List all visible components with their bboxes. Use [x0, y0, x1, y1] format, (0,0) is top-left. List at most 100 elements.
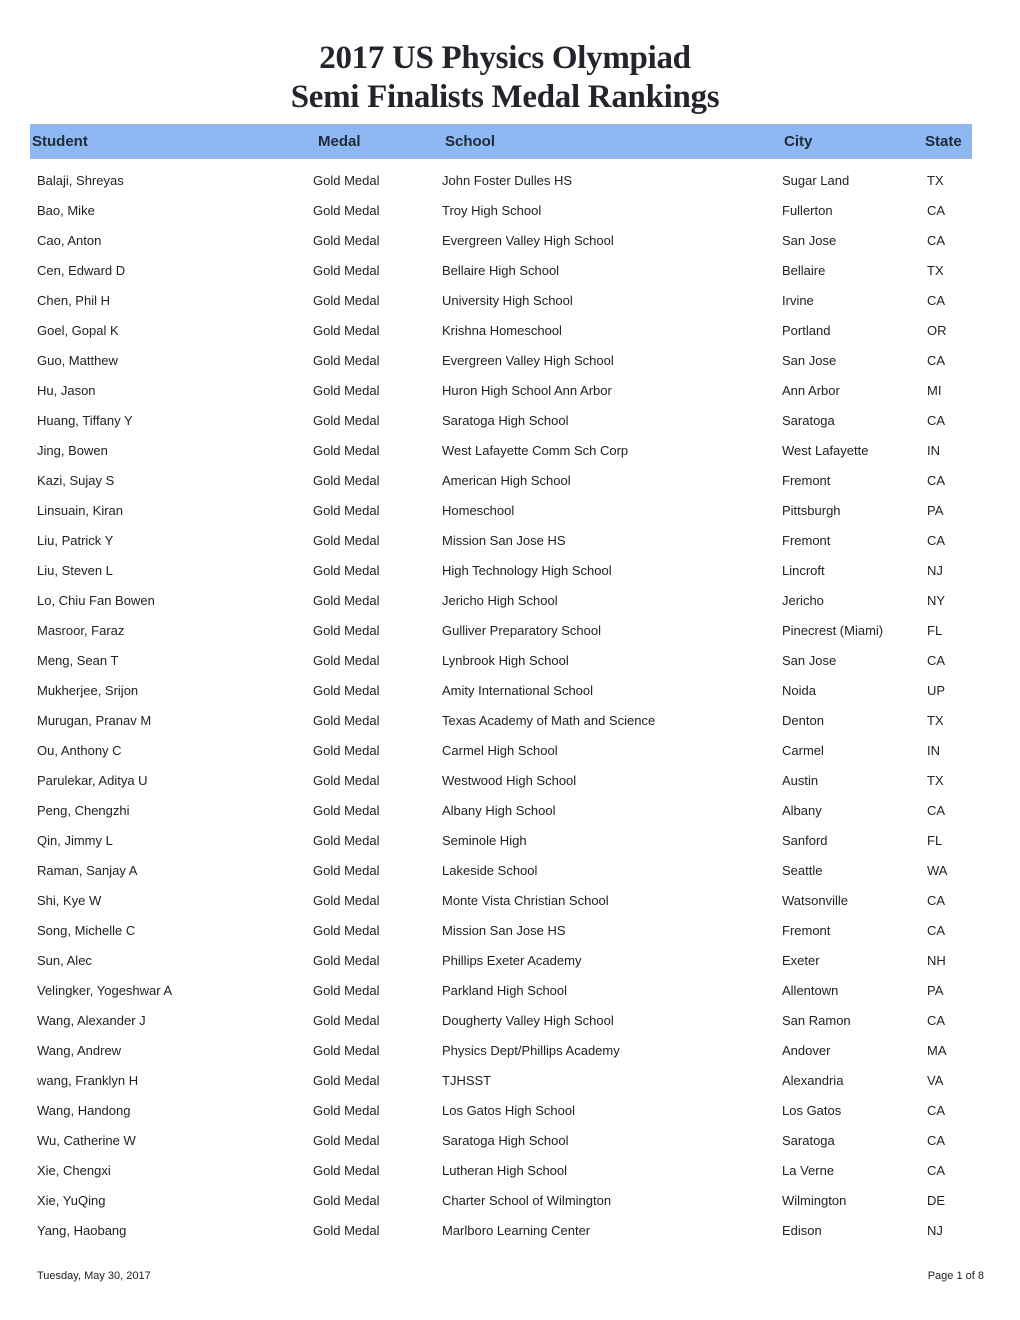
cell-medal: Gold Medal	[313, 683, 380, 698]
cell-state: MA	[927, 1043, 947, 1058]
cell-medal: Gold Medal	[313, 1013, 380, 1028]
table-row: Jing, Bowen Gold Medal West Lafayette Comm…	[0, 440, 1020, 470]
page-title-line-1: 2017 US Physics Olympiad	[319, 40, 691, 76]
table-row: Guo, Matthew Gold Medal Evergreen Valley H…	[0, 350, 1020, 380]
cell-city: Alexandria	[782, 1073, 844, 1088]
cell-student: Kazi, Sujay S	[37, 473, 115, 488]
cell-school: John Foster Dulles HS	[442, 173, 573, 188]
cell-medal: Gold Medal	[313, 953, 380, 968]
cell-city: Lincroft	[782, 563, 825, 578]
cell-medal: Gold Medal	[313, 503, 380, 518]
table-body: Balaji, Shreyas Gold Medal John Foster Dul…	[0, 170, 1020, 1250]
footer-date: Tuesday, May 30, 2017	[37, 1270, 151, 1282]
table-row: Shi, Kye W Gold Medal Monte Vista Christia…	[0, 890, 1020, 920]
cell-state: CA	[927, 473, 946, 488]
cell-medal: Gold Medal	[313, 383, 380, 398]
table-row: Cen, Edward D Gold Medal Bellaire High Sch…	[0, 260, 1020, 290]
cell-medal: Gold Medal	[313, 743, 380, 758]
table-row: Kazi, Sujay S Gold Medal American High Sch…	[0, 470, 1020, 500]
cell-student: Liu, Patrick Y	[37, 533, 114, 548]
cell-school: Los Gatos High School	[442, 1103, 575, 1118]
cell-city: Bellaire	[782, 263, 826, 278]
cell-medal: Gold Medal	[313, 233, 380, 248]
cell-school: Carmel High School	[442, 743, 558, 758]
cell-state: TX	[927, 713, 944, 728]
cell-school: Parkland High School	[442, 983, 568, 998]
cell-school: University High School	[442, 293, 573, 308]
cell-state: CA	[927, 413, 946, 428]
cell-city: Fremont	[782, 533, 831, 548]
cell-state: IN	[927, 443, 940, 458]
cell-state: CA	[927, 1133, 946, 1148]
cell-student: Huang, Tiffany Y	[37, 413, 133, 428]
cell-city: Albany	[782, 803, 822, 818]
table-row: Cao, Anton Gold Medal Evergreen Valley Hig…	[0, 230, 1020, 260]
cell-state: OR	[927, 323, 947, 338]
table-row: Chen, Phil H Gold Medal University High Sc…	[0, 290, 1020, 320]
cell-school: Mission San Jose HS	[442, 533, 566, 548]
cell-state: TX	[927, 263, 944, 278]
cell-school: Monte Vista Christian School	[442, 893, 609, 908]
table-row: Linsuain, Kiran Gold Medal Homeschool Pitts…	[0, 500, 1020, 530]
cell-medal: Gold Medal	[313, 563, 380, 578]
table-row: Lo, Chiu Fan Bowen Gold Medal Jericho High…	[0, 590, 1020, 620]
cell-state: CA	[927, 1013, 946, 1028]
cell-medal: Gold Medal	[313, 353, 380, 368]
cell-city: Irvine	[782, 293, 814, 308]
cell-school: TJHSST	[442, 1073, 492, 1088]
cell-student: Guo, Matthew	[37, 353, 118, 368]
table-row: Murugan, Pranav M Gold Medal Texas Academy…	[0, 710, 1020, 740]
cell-state: CA	[927, 1163, 946, 1178]
cell-medal: Gold Medal	[313, 623, 380, 638]
table-row: wang, Franklyn H Gold Medal TJHSST Alexandr…	[0, 1070, 1020, 1100]
cell-state: CA	[927, 353, 946, 368]
cell-state: DE	[927, 1193, 946, 1208]
cell-city: Andover	[782, 1043, 831, 1058]
cell-state: UP	[927, 683, 946, 698]
cell-city: Sanford	[782, 833, 828, 848]
cell-student: Velingker, Yogeshwar A	[37, 983, 173, 998]
cell-student: Cao, Anton	[37, 233, 102, 248]
cell-city: Pittsburgh	[782, 503, 841, 518]
cell-state: NH	[927, 953, 946, 968]
cell-medal: Gold Medal	[313, 773, 380, 788]
cell-city: Seattle	[782, 863, 823, 878]
cell-medal: Gold Medal	[313, 1133, 380, 1148]
cell-city: La Verne	[782, 1163, 835, 1178]
table-row: Huang, Tiffany Y Gold Medal Saratoga High …	[0, 410, 1020, 440]
cell-school: Dougherty Valley High School	[442, 1013, 614, 1028]
table-row: Peng, Chengzhi Gold Medal Albany High Scho…	[0, 800, 1020, 830]
cell-state: FL	[927, 833, 943, 848]
cell-student: Bao, Mike	[37, 203, 95, 218]
cell-school: Homeschool	[442, 503, 515, 518]
cell-school: Lutheran High School	[442, 1163, 568, 1178]
cell-school: Amity International School	[442, 683, 594, 698]
table-row: Mukherjee, Srijon Gold Medal Amity Interna…	[0, 680, 1020, 710]
cell-medal: Gold Medal	[313, 863, 380, 878]
cell-city: Saratoga	[782, 413, 835, 428]
cell-student: Cen, Edward D	[37, 263, 126, 278]
table-row: Liu, Patrick Y Gold Medal Mission San Jose…	[0, 530, 1020, 560]
cell-medal: Gold Medal	[313, 1073, 380, 1088]
cell-student: Shi, Kye W	[37, 893, 102, 908]
cell-city: San Jose	[782, 353, 837, 368]
cell-medal: Gold Medal	[313, 263, 380, 278]
cell-city: Fremont	[782, 473, 831, 488]
cell-city: San Jose	[782, 233, 837, 248]
table-row: Parulekar, Aditya U Gold Medal Westwood Hi…	[0, 770, 1020, 800]
cell-medal: Gold Medal	[313, 653, 380, 668]
table-row: Bao, Mike Gold Medal Troy High School Fulle…	[0, 200, 1020, 230]
cell-state: CA	[927, 533, 946, 548]
cell-medal: Gold Medal	[313, 323, 380, 338]
cell-city: San Jose	[782, 653, 837, 668]
cell-city: Los Gatos	[782, 1103, 842, 1118]
cell-medal: Gold Medal	[313, 1193, 380, 1208]
cell-student: Mukherjee, Srijon	[37, 683, 139, 698]
cell-student: Liu, Steven L	[37, 563, 113, 578]
cell-school: Saratoga High School	[442, 413, 569, 428]
cell-student: Ou, Anthony C	[37, 743, 122, 758]
cell-city: Carmel	[782, 743, 824, 758]
cell-city: Allentown	[782, 983, 839, 998]
column-header-state: State	[925, 133, 962, 150]
cell-city: West Lafayette	[782, 443, 869, 458]
